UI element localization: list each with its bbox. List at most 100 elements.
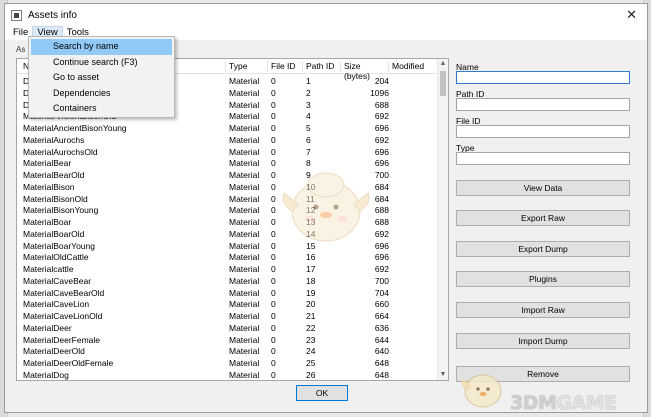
cell-size: 644 bbox=[374, 334, 389, 345]
cell-type: Material bbox=[229, 369, 260, 380]
cell-file-id: 0 bbox=[271, 87, 276, 98]
table-row[interactable]: MaterialAurochs Material 0 6 692 bbox=[17, 135, 437, 147]
cell-size: 692 bbox=[374, 264, 389, 274]
import-dump-button[interactable]: Import Dump bbox=[456, 333, 630, 349]
table-row[interactable]: MaterialBoarOldMaterial014692 bbox=[17, 229, 437, 241]
table-row[interactable]: MaterialBoarYoung Material 0 15 696 bbox=[17, 241, 437, 253]
cell-size: 1096 bbox=[370, 87, 389, 98]
watermark-text: 3DMGAME bbox=[510, 392, 617, 414]
column-header-file-id[interactable]: File ID bbox=[267, 61, 302, 72]
table-row[interactable]: MaterialDeerOld Material 0 24 640 bbox=[17, 346, 437, 358]
column-header-type[interactable]: Type bbox=[225, 61, 267, 72]
cell-type: Material bbox=[229, 170, 260, 180]
table-row[interactable]: MaterialBisonOldMaterial011684 bbox=[17, 194, 437, 206]
table-row[interactable]: MaterialBisonMaterial010684 bbox=[17, 182, 437, 194]
cell-name: MaterialDeer bbox=[23, 322, 72, 333]
cell-file-id: 0 bbox=[271, 228, 276, 239]
cell-name: MaterialBear bbox=[23, 158, 72, 169]
close-button[interactable]: ✕ bbox=[626, 8, 637, 21]
cell-type: Material bbox=[229, 240, 260, 251]
menu-item-containers[interactable]: Containers bbox=[31, 101, 172, 117]
cell-file-id: 0 bbox=[271, 146, 276, 157]
export-raw-button[interactable]: Export Raw bbox=[456, 210, 630, 226]
cell-file-id: 0 bbox=[271, 205, 276, 216]
cell-type: Material bbox=[229, 275, 260, 286]
path-id-field[interactable] bbox=[456, 98, 630, 111]
table-row[interactable]: MaterialDeer Material 0 22 636 bbox=[17, 323, 437, 335]
view-data-button[interactable]: View Data bbox=[456, 180, 630, 196]
cell-name: MaterialBearOld bbox=[23, 170, 85, 180]
table-row[interactable]: MaterialCaveLionOld Material 0 21 664 bbox=[17, 311, 437, 323]
cell-size: 640 bbox=[374, 346, 389, 357]
table-row[interactable]: MaterialBisonYoungMaterial012688 bbox=[17, 205, 437, 217]
column-header-modified[interactable]: Modified bbox=[388, 61, 428, 72]
scroll-down-arrow-icon[interactable]: ▼ bbox=[438, 370, 448, 380]
table-row[interactable]: MaterialDeerFemale Material 0 23 644 bbox=[17, 335, 437, 347]
menu-item-go-to-asset[interactable]: Go to asset bbox=[31, 70, 172, 86]
table-row[interactable]: MaterialAurochsOld Material 0 7 696 bbox=[17, 147, 437, 159]
cell-file-id: 0 bbox=[271, 358, 276, 368]
table-row[interactable]: MaterialDog Material 0 26 648 bbox=[17, 369, 437, 380]
menu-item-search-by-name[interactable]: Search by name bbox=[31, 39, 172, 55]
cell-name: Materialcattle bbox=[23, 264, 74, 274]
cell-path-id: 21 bbox=[306, 311, 316, 321]
cell-path-id: 3 bbox=[306, 99, 311, 110]
file-id-field[interactable] bbox=[456, 125, 630, 138]
type-field[interactable] bbox=[456, 152, 630, 165]
cell-file-id: 0 bbox=[271, 252, 276, 263]
menu-item-dependencies[interactable]: Dependencies bbox=[31, 86, 172, 102]
cell-name: MaterialBison bbox=[23, 181, 75, 192]
watermark-text-b: GAME bbox=[556, 392, 617, 414]
plugins-button[interactable]: Plugins bbox=[456, 271, 630, 287]
cell-path-id: 20 bbox=[306, 299, 316, 310]
column-header-size[interactable]: Size (bytes) bbox=[340, 61, 388, 81]
scroll-up-arrow-icon[interactable]: ▲ bbox=[438, 59, 448, 69]
cell-type: Material bbox=[229, 228, 260, 239]
table-row[interactable]: MaterialCaveLion Material 0 20 660 bbox=[17, 299, 437, 311]
cell-size: 660 bbox=[374, 299, 389, 310]
column-header-path-id[interactable]: Path ID bbox=[302, 61, 340, 72]
cell-name: MaterialDeerOld bbox=[23, 346, 85, 357]
cell-size: 648 bbox=[374, 358, 389, 368]
cell-file-id: 0 bbox=[271, 311, 276, 321]
mascot-watermark-icon bbox=[282, 172, 370, 242]
table-row[interactable]: MaterialDeerOldFemale Material 0 25 648 bbox=[17, 358, 437, 370]
export-dump-button[interactable]: Export Dump bbox=[456, 241, 630, 257]
cell-path-id: 6 bbox=[306, 134, 311, 145]
cell-size: 696 bbox=[374, 123, 389, 133]
window-title: Assets info bbox=[28, 9, 77, 21]
table-row[interactable]: MaterialBearOld Material 0 9 700 bbox=[17, 170, 437, 182]
table-row[interactable]: MaterialOldCattle Material 0 16 696 bbox=[17, 252, 437, 264]
table-row[interactable]: MaterialCaveBearOld Material 0 19 704 bbox=[17, 288, 437, 300]
cell-path-id: 4 bbox=[306, 111, 311, 122]
cell-type: Material bbox=[229, 252, 260, 263]
cell-file-id: 0 bbox=[271, 287, 276, 298]
cell-size: 664 bbox=[374, 311, 389, 321]
menu-item-continue-search[interactable]: Continue search (F3) bbox=[31, 55, 172, 71]
vertical-scrollbar[interactable]: ▲ ▼ bbox=[437, 59, 448, 380]
name-field[interactable] bbox=[456, 71, 630, 84]
cell-name: MaterialBoar bbox=[23, 217, 72, 227]
cell-name: MaterialAurochs bbox=[23, 134, 85, 145]
cell-type: Material bbox=[229, 358, 260, 368]
cell-type: Material bbox=[229, 87, 260, 98]
cell-path-id: 22 bbox=[306, 322, 316, 333]
table-row[interactable]: MaterialBoarMaterial013688 bbox=[17, 217, 437, 229]
title-bar[interactable]: Assets info ✕ bbox=[5, 4, 647, 26]
ok-button[interactable]: OK bbox=[296, 385, 348, 401]
cell-name: MaterialBisonOld bbox=[23, 193, 88, 204]
cell-file-id: 0 bbox=[271, 334, 276, 345]
cell-name: MaterialDeerFemale bbox=[23, 334, 100, 345]
cell-type: Material bbox=[229, 111, 260, 122]
table-row[interactable]: MaterialBear Material 0 8 696 bbox=[17, 158, 437, 170]
cell-name: MaterialBoarYoung bbox=[23, 240, 95, 251]
cell-type: Material bbox=[229, 146, 260, 157]
cell-file-id: 0 bbox=[271, 134, 276, 145]
scrollbar-thumb[interactable] bbox=[440, 71, 446, 96]
table-row[interactable]: MaterialCaveBear Material 0 18 700 bbox=[17, 276, 437, 288]
cell-type: Material bbox=[229, 346, 260, 357]
table-row[interactable]: Materialcattle Material 0 17 692 bbox=[17, 264, 437, 276]
cell-type: Material bbox=[229, 193, 260, 204]
table-row[interactable]: MaterialAncientBisonYoung Material 0 5 696 bbox=[17, 123, 437, 135]
import-raw-button[interactable]: Import Raw bbox=[456, 302, 630, 318]
